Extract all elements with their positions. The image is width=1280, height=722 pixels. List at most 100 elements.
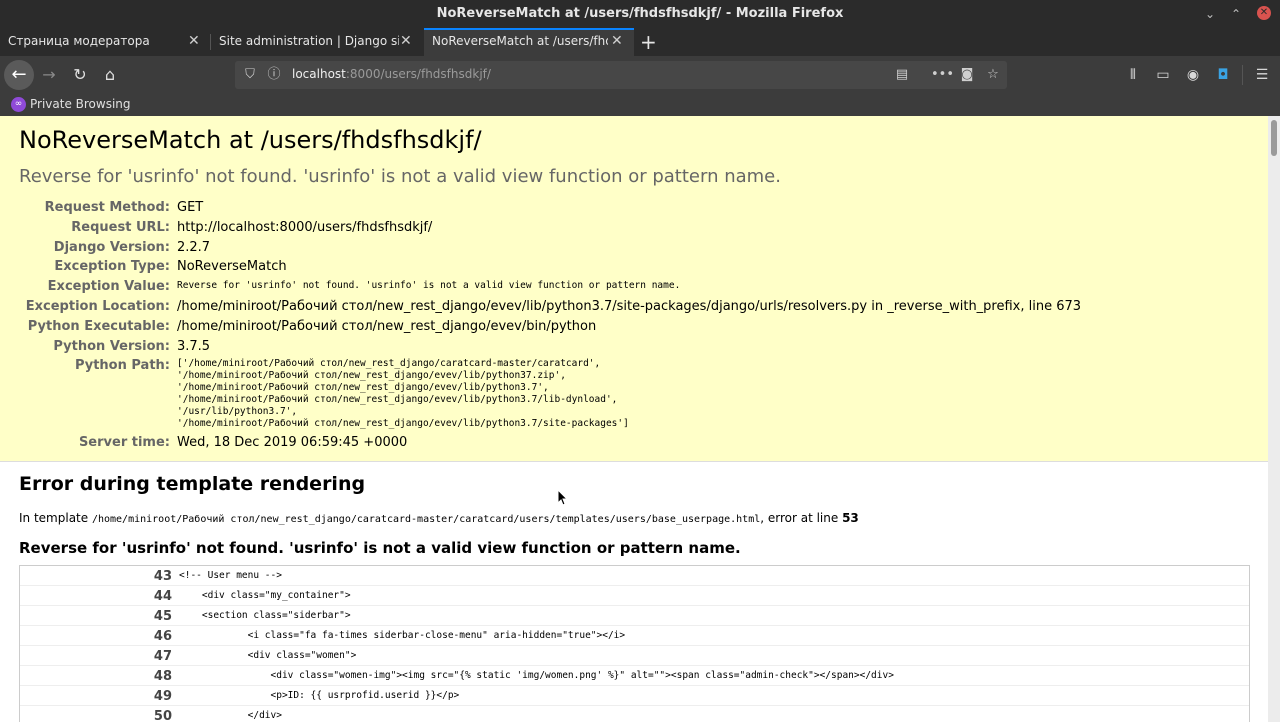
meta-key: Exception Location: <box>25 299 170 314</box>
source-code-context: 43 <!-- User menu --> 44 <div class="my_c… <box>19 565 1250 722</box>
meta-value-line: '/home/miniroot/Рабочий стол/new_rest_dj… <box>177 382 549 393</box>
meta-value: http://localhost:8000/users/fhdsfhsdkjf/ <box>177 220 433 235</box>
line-number: 45 <box>153 609 172 624</box>
line-number: 43 <box>153 569 172 584</box>
line-number: 50 <box>153 709 172 722</box>
line-source: <div class="women-img"><img src="{% stat… <box>179 670 894 681</box>
meta-value: Wed, 18 Dec 2019 06:59:45 +0000 <box>177 435 408 450</box>
tab-noreversematch[interactable]: NoReverseMatch at /users/fhdsfh ✕ <box>424 28 634 56</box>
meta-value-line: '/home/miniroot/Рабочий стол/new_rest_dj… <box>177 418 629 429</box>
url-path: :8000/users/fhdsfhsdkjf/ <box>345 67 491 81</box>
meta-key: Python Path: <box>74 358 170 373</box>
site-info-icon[interactable]: ⓘ <box>265 66 283 84</box>
template-error-message: Reverse for 'usrinfo' not found. 'usrinf… <box>19 539 741 557</box>
private-browsing-bar: ∞ Private Browsing <box>0 94 1280 116</box>
mouse-cursor-icon <box>558 490 568 506</box>
code-line: 44 <div class="my_container"> <box>20 586 1249 606</box>
meta-key: Exception Value: <box>47 279 170 294</box>
tab-site-administration[interactable]: Site administration | Django site ✕ <box>211 28 423 56</box>
hamburger-menu-icon[interactable]: ☰ <box>1252 65 1272 85</box>
error-summary: NoReverseMatch at /users/fhdsfhsdkjf/ Re… <box>0 116 1268 462</box>
line-source: <p>ID: {{ usrprofid.userid }}</p> <box>179 690 460 701</box>
bookmark-star-icon[interactable]: ☆ <box>984 66 1002 84</box>
tab-close-icon[interactable]: ✕ <box>400 33 412 49</box>
forward-button[interactable]: → <box>38 64 60 86</box>
arrow-right-icon: → <box>42 65 56 84</box>
private-browsing-mask-icon: ∞ <box>11 97 26 112</box>
meta-value-line: '/usr/lib/python3.7', <box>177 406 298 417</box>
page-viewport[interactable]: NoReverseMatch at /users/fhdsfhsdkjf/ Re… <box>0 116 1268 722</box>
line-source: <!-- User menu --> <box>179 570 282 581</box>
meta-key: Python Version: <box>53 339 170 354</box>
line-number: 49 <box>153 689 172 704</box>
tab-moderator[interactable]: Страница модератора ✕ <box>0 28 210 56</box>
meta-value: /home/miniroot/Рабочий стол/new_rest_dja… <box>177 319 597 334</box>
exception-subtitle: Reverse for 'usrinfo' not found. 'usrinf… <box>19 166 781 187</box>
line-number: 44 <box>153 589 172 604</box>
code-line: 45 <section class="siderbar"> <box>20 606 1249 626</box>
error-at-label: , error at line <box>760 511 843 525</box>
line-number: 46 <box>153 629 172 644</box>
tab-label: Site administration | Django site <box>219 34 399 48</box>
window-titlebar: NoReverseMatch at /users/fhdsfhsdkjf/ - … <box>0 0 1280 28</box>
account-icon[interactable]: ◉ <box>1183 65 1203 85</box>
tab-close-icon[interactable]: ✕ <box>188 33 200 49</box>
maximize-icon[interactable]: ⌃ <box>1226 4 1246 24</box>
new-tab-button[interactable]: + <box>640 30 657 54</box>
reload-icon: ↻ <box>73 65 87 84</box>
line-number: 47 <box>153 649 172 664</box>
line-source: <div class="my_container"> <box>179 590 351 601</box>
meta-value: 3.7.5 <box>177 339 211 354</box>
meta-key: Server time: <box>78 435 170 450</box>
meta-key: Request Method: <box>44 200 170 215</box>
tab-bar: Страница модератора ✕ Site administratio… <box>0 28 1280 56</box>
code-line: 49 <p>ID: {{ usrprofid.userid }}</p> <box>20 686 1249 706</box>
window-title: NoReverseMatch at /users/fhdsfhsdkjf/ - … <box>436 6 844 21</box>
home-button[interactable]: ⌂ <box>99 64 121 86</box>
pocket-icon[interactable]: ◙ <box>958 66 976 84</box>
code-line: 50 </div> <box>20 706 1249 722</box>
line-source: <div class="women"> <box>179 650 357 661</box>
meta-value: 2.2.7 <box>177 240 211 255</box>
navigation-toolbar: ← → ↻ ⌂ ⛉ ⓘ localhost:8000/users/fhdsfhs… <box>0 56 1280 94</box>
line-source: <i class="fa fa-times siderbar-close-men… <box>179 630 626 641</box>
tracking-protection-icon[interactable]: ⛉ <box>241 66 259 84</box>
error-line-number: 53 <box>842 511 859 525</box>
meta-value: /home/miniroot/Рабочий стол/new_rest_dja… <box>177 299 1082 314</box>
back-button[interactable]: ← <box>4 60 34 90</box>
address-bar[interactable]: ⛉ ⓘ localhost:8000/users/fhdsfhsdkjf/ ▤ … <box>235 61 1007 89</box>
private-browsing-label: Private Browsing <box>30 97 131 111</box>
meta-key: Python Executable: <box>27 319 170 334</box>
meta-value: GET <box>177 200 204 215</box>
screenshot-icon[interactable]: ◘ <box>1213 65 1233 85</box>
vertical-scrollbar[interactable] <box>1268 116 1280 722</box>
template-path: /home/miniroot/Рабочий стол/new_rest_dja… <box>91 514 761 525</box>
home-icon: ⌂ <box>104 65 116 84</box>
code-line: 43 <!-- User menu --> <box>20 566 1249 586</box>
in-template-label: In template <box>19 511 92 525</box>
library-icon[interactable]: ⫴ <box>1123 65 1143 85</box>
line-number: 48 <box>153 669 172 684</box>
code-line: 47 <div class="women"> <box>20 646 1249 666</box>
meta-key: Django Version: <box>53 240 170 255</box>
meta-value: Reverse for 'usrinfo' not found. 'usrinf… <box>177 280 681 291</box>
meta-value: NoReverseMatch <box>177 259 287 274</box>
meta-value-line: '/home/miniroot/Рабочий стол/new_rest_dj… <box>177 394 618 405</box>
sidebar-icon[interactable]: ▭ <box>1153 65 1173 85</box>
line-source: <section class="siderbar"> <box>179 610 351 621</box>
meta-key: Exception Type: <box>54 259 170 274</box>
template-location: In template /home/miniroot/Рабочий стол/… <box>19 511 859 525</box>
meta-value-line: ['/home/miniroot/Рабочий стол/new_rest_d… <box>177 358 601 369</box>
url-text[interactable]: localhost:8000/users/fhdsfhsdkjf/ <box>292 67 491 81</box>
minimize-icon[interactable]: ⌄ <box>1200 4 1220 24</box>
reload-button[interactable]: ↻ <box>69 64 91 86</box>
reader-view-icon[interactable]: ▤ <box>893 66 911 84</box>
close-icon[interactable]: ✕ <box>1257 6 1271 20</box>
toolbar-separator <box>1242 65 1243 85</box>
line-source: </div> <box>179 710 282 721</box>
scrollbar-thumb[interactable] <box>1271 120 1277 156</box>
tab-close-icon[interactable]: ✕ <box>611 33 623 49</box>
meta-key: Request URL: <box>71 220 170 235</box>
tab-label: Страница модератора <box>8 34 150 48</box>
page-actions-icon[interactable]: ••• <box>931 66 954 84</box>
